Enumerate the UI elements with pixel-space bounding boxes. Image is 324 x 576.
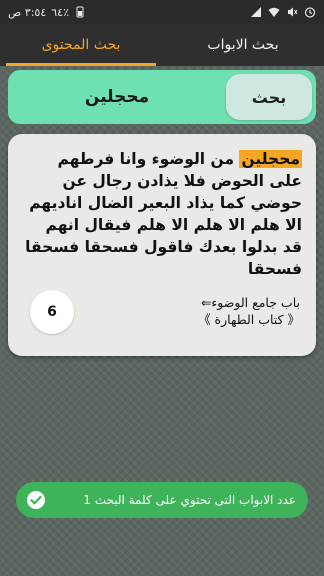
battery-icon [76, 6, 84, 18]
status-bar: ٣:٥٤ ص ٦٤٪ [0, 0, 324, 24]
tab-chapters-search[interactable]: بحث الابواب [162, 24, 324, 66]
tab-content-search[interactable]: بحث المحتوى [0, 24, 162, 66]
tab-chapters-search-label: بحث الابواب [207, 37, 279, 53]
clock: ٣:٥٤ ص [8, 5, 47, 19]
status-left: ٣:٥٤ ص ٦٤٪ [8, 6, 86, 19]
hadith-text: محجلين من الوضوء وانا فرطهم على الحوض فل… [22, 148, 302, 280]
search-highlight: محجلين [239, 150, 302, 168]
hadith-body: من الوضوء وانا فرطهم على الحوض فلا يذادن… [25, 150, 302, 278]
book-name: 《 كتاب الطهارة 》 [198, 312, 300, 327]
chapter-name: باب جامع الوضوء⇐ [200, 295, 300, 310]
alarm-icon [304, 7, 316, 18]
hadith-number-badge: 6 [30, 290, 74, 334]
toast-message: عدد الابواب التى تحتوي على كلمة البحث 1 [83, 493, 296, 507]
hadith-source: باب جامع الوضوء⇐ 《 كتاب الطهارة 》 [100, 294, 300, 328]
search-input[interactable]: محجلين [8, 87, 226, 107]
status-icons [250, 6, 316, 18]
search-bar: محجلين بحث [8, 70, 316, 124]
result-count-toast: عدد الابواب التى تحتوي على كلمة البحث 1 [16, 482, 308, 518]
search-button[interactable]: بحث [226, 74, 312, 120]
wifi-icon [268, 7, 280, 17]
result-card[interactable]: محجلين من الوضوء وانا فرطهم على الحوض فل… [8, 134, 316, 356]
signal-icon [251, 7, 261, 17]
tab-bar: بحث المحتوى بحث الابواب [0, 24, 324, 66]
tab-content-search-label: بحث المحتوى [41, 37, 121, 53]
mute-icon [288, 7, 298, 17]
battery-percent: ٦٤٪ [51, 5, 69, 19]
check-circle-icon [27, 491, 45, 509]
